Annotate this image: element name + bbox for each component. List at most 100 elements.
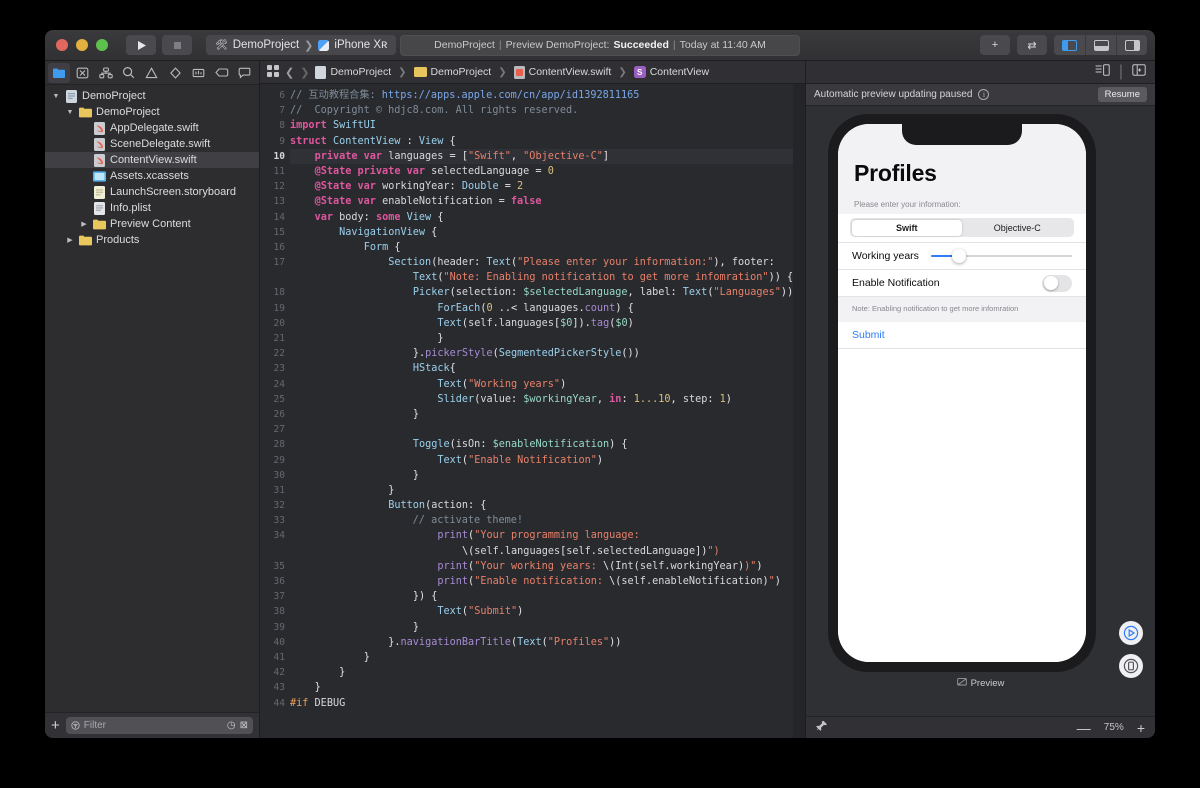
code-line[interactable]: // Copyright © hdjc8.com. All rights res…	[290, 103, 805, 118]
working-years-slider[interactable]	[930, 248, 1072, 264]
activity-status-bar[interactable]: DemoProject | Preview DemoProject: Succe…	[400, 34, 800, 56]
slider-thumb[interactable]	[952, 249, 967, 263]
code-line[interactable]: }	[290, 468, 805, 483]
sidebar-item-test-navigator[interactable]	[164, 63, 186, 83]
add-button[interactable]: +	[980, 35, 1010, 55]
code-line[interactable]: print("Your working years: \(Int(self.wo…	[290, 559, 805, 574]
sidebar-item-symbol-navigator[interactable]	[94, 63, 116, 83]
code-line[interactable]: Slider(value: $workingYear, in: 1...10, …	[290, 392, 805, 407]
close-button[interactable]	[56, 39, 68, 51]
code-line[interactable]: }	[290, 407, 805, 422]
related-items-icon[interactable]	[267, 64, 279, 80]
editor-options-icon[interactable]	[1095, 63, 1110, 81]
disclosure-triangle[interactable]: ▼	[51, 93, 61, 100]
breadcrumb-file[interactable]: ContentView.swift	[513, 65, 611, 79]
code-line[interactable]	[290, 422, 805, 437]
toggle-inspector-button[interactable]	[1116, 35, 1147, 55]
code-line[interactable]: Text("Submit")	[290, 604, 805, 619]
sidebar-item-breakpoint-navigator[interactable]	[211, 63, 233, 83]
resume-button[interactable]: Resume	[1097, 87, 1147, 102]
enable-notification-toggle[interactable]	[1042, 274, 1072, 292]
code-line[interactable]: import SwiftUI	[290, 118, 805, 133]
minimize-button[interactable]	[76, 39, 88, 51]
code-line[interactable]: private var languages = ["Swift", "Objec…	[290, 148, 805, 164]
code-line[interactable]: // 互动教程合集: https://apps.apple.com/cn/app…	[290, 88, 805, 103]
code-line[interactable]: }.navigationBarTitle(Text("Profiles"))	[290, 635, 805, 650]
code-line[interactable]: }	[290, 620, 805, 635]
code-line[interactable]: }	[290, 665, 805, 680]
sidebar-item-find-navigator[interactable]	[118, 63, 140, 83]
file-tree-row[interactable]: AppDelegate.swift	[45, 120, 259, 136]
code-text[interactable]: // 互动教程合集: https://apps.apple.com/cn/app…	[290, 84, 805, 738]
scheme-selector[interactable]: 🛠 DemoProject ❯ iPhone Xʀ	[206, 35, 397, 55]
stop-button[interactable]	[162, 35, 192, 55]
segment-objective-c[interactable]: Objective-C	[962, 220, 1073, 236]
navigate-back-button[interactable]: ❮	[285, 66, 294, 79]
code-line[interactable]: ForEach(0 ..< languages.count) {	[290, 301, 805, 316]
zoom-in-button[interactable]: +	[1137, 721, 1145, 735]
sidebar-item-debug-navigator[interactable]	[187, 63, 209, 83]
clock-icon[interactable]: ◷	[227, 720, 236, 731]
code-line[interactable]: \(self.languages[self.selectedLanguage])…	[290, 544, 805, 559]
sidebar-item-issue-navigator[interactable]	[141, 63, 163, 83]
disclosure-triangle[interactable]: ▶	[79, 221, 89, 228]
toggle-navigator-button[interactable]	[1054, 35, 1085, 55]
file-tree-row[interactable]: ContentView.swift	[45, 152, 259, 168]
code-line[interactable]: }	[290, 680, 805, 695]
disclosure-triangle[interactable]: ▼	[65, 109, 75, 116]
preview-on-device-button[interactable]	[1119, 654, 1143, 678]
language-picker[interactable]: Swift Objective-C	[838, 214, 1086, 243]
code-line[interactable]: Text("Note: Enabling notification to get…	[290, 270, 805, 285]
code-line[interactable]: Text("Enable Notification")	[290, 453, 805, 468]
breadcrumb-group[interactable]: DemoProject	[413, 66, 491, 78]
code-line[interactable]: @State var enableNotification = false	[290, 194, 805, 209]
sidebar-item-project-navigator[interactable]	[48, 62, 71, 83]
code-line[interactable]: Text(self.languages[$0]).tag($0)	[290, 316, 805, 331]
add-editor-icon[interactable]	[1132, 63, 1146, 81]
toggle-debug-area-button[interactable]	[1085, 35, 1116, 55]
submit-button[interactable]: Submit	[838, 322, 1086, 349]
code-line[interactable]: Picker(selection: $selectedLanguage, lab…	[290, 285, 805, 300]
zoom-button[interactable]	[96, 39, 108, 51]
code-line[interactable]: // activate theme!	[290, 513, 805, 528]
code-line[interactable]: @State var workingYear: Double = 2	[290, 179, 805, 194]
file-tree-row[interactable]: LaunchScreen.storyboard	[45, 184, 259, 200]
working-years-row[interactable]: Working years	[838, 243, 1086, 270]
code-line[interactable]: struct ContentView : View {	[290, 134, 805, 149]
add-file-button[interactable]: +	[51, 718, 60, 733]
device-screen[interactable]: Profiles Please enter your information: …	[838, 124, 1086, 662]
sidebar-item-source-control-navigator[interactable]	[71, 63, 93, 83]
navigate-forward-button[interactable]: ❯	[300, 66, 309, 79]
code-line[interactable]: }) {	[290, 589, 805, 604]
code-line[interactable]: Section(header: Text("Please enter your …	[290, 255, 805, 270]
live-preview-button[interactable]	[1119, 621, 1143, 645]
code-review-button[interactable]: ⇄	[1017, 35, 1047, 55]
pin-icon[interactable]	[816, 720, 828, 735]
zoom-out-button[interactable]: —	[1077, 721, 1091, 735]
disclosure-triangle[interactable]: ▶	[65, 237, 75, 244]
code-line[interactable]: Text("Working years")	[290, 377, 805, 392]
window-controls[interactable]	[53, 39, 108, 51]
code-line[interactable]: Button(action: {	[290, 498, 805, 513]
file-tree-row[interactable]: ▼ DemoProject	[45, 88, 259, 104]
code-line[interactable]: var body: some View {	[290, 210, 805, 225]
info-icon[interactable]: i	[978, 89, 990, 100]
file-tree-row[interactable]: Assets.xcassets	[45, 168, 259, 184]
code-line[interactable]: }.pickerStyle(SegmentedPickerStyle())	[290, 346, 805, 361]
segmented-control[interactable]: Swift Objective-C	[850, 218, 1074, 237]
code-line[interactable]: @State private var selectedLanguage = 0	[290, 164, 805, 179]
breadcrumb-project[interactable]: DemoProject	[315, 65, 391, 79]
sidebar-item-report-navigator[interactable]	[234, 63, 256, 83]
code-line[interactable]: }	[290, 483, 805, 498]
code-line[interactable]: }	[290, 331, 805, 346]
file-tree-row[interactable]: SceneDelegate.swift	[45, 136, 259, 152]
file-tree-row[interactable]: ▶ Preview Content	[45, 216, 259, 232]
code-line[interactable]: #if DEBUG	[290, 696, 805, 711]
file-tree-row[interactable]: ▶ Products	[45, 232, 259, 248]
filter-input[interactable]: Filter ◷ ⊠	[65, 717, 253, 734]
segment-swift[interactable]: Swift	[851, 219, 962, 236]
code-line[interactable]: }	[290, 650, 805, 665]
source-editor[interactable]: 6 7 8 9 10 11 12 13 14 15 16 17 18 19 20 21 22 23 24 25 26 27…	[260, 84, 805, 738]
code-line[interactable]: print("Your programming language:	[290, 528, 805, 543]
filter-status-icon[interactable]: ⊠	[240, 720, 248, 731]
